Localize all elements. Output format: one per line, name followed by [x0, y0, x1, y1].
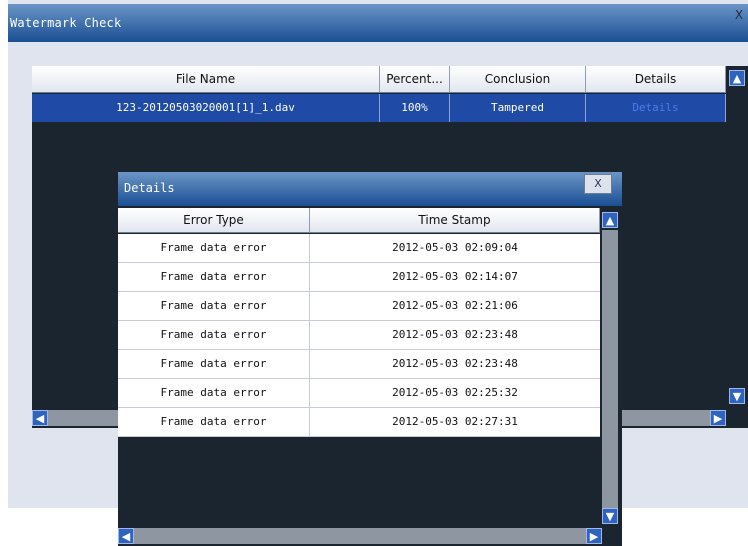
column-header-percent[interactable]: Percent...	[380, 66, 450, 93]
chevron-left-icon[interactable]: ◀	[118, 528, 134, 544]
chevron-up-icon[interactable]: ▲	[602, 212, 618, 228]
chevron-left-icon[interactable]: ◀	[32, 410, 48, 426]
error-type-cell: Frame data error	[118, 321, 310, 349]
time-stamp-cell: 2012-05-03 02:23:48	[392, 328, 518, 341]
column-header-conclusion[interactable]: Conclusion	[450, 66, 586, 93]
table-row[interactable]: Frame data error 2012-05-03 02:27:31	[118, 408, 600, 437]
close-icon[interactable]: X	[584, 174, 612, 194]
dialog-title: Details	[124, 181, 175, 195]
percent-cell: 100%	[380, 94, 450, 122]
error-type-cell: Frame data error	[118, 292, 310, 320]
table-row[interactable]: Frame data error 2012-05-03 02:14:07	[118, 263, 600, 292]
table-row[interactable]: Frame data error 2012-05-03 02:25:32	[118, 379, 600, 408]
close-icon[interactable]: X	[730, 6, 748, 24]
time-stamp-cell: 2012-05-03 02:23:48	[392, 357, 518, 370]
window-title: Watermark Check	[10, 16, 122, 30]
conclusion-cell: Tampered	[450, 94, 586, 122]
time-stamp-cell: 2012-05-03 02:21:06	[392, 299, 518, 312]
details-link[interactable]: Details	[586, 94, 726, 122]
table-row[interactable]: Frame data error 2012-05-03 02:23:48	[118, 321, 600, 350]
chevron-right-icon[interactable]: ▶	[586, 528, 602, 544]
chevron-down-icon[interactable]: ▼	[602, 508, 618, 524]
file-name-cell: 123-20120503020001[1]_1.dav	[32, 94, 380, 122]
error-type-cell: Frame data error	[118, 379, 310, 407]
horizontal-scrollbar[interactable]	[134, 528, 586, 544]
column-header-error-type[interactable]: Error Type	[118, 208, 310, 233]
table-row[interactable]: Frame data error 2012-05-03 02:09:04	[118, 234, 600, 263]
chevron-right-icon[interactable]: ▶	[710, 410, 726, 426]
column-header-file-name[interactable]: File Name	[32, 66, 380, 93]
time-stamp-cell: 2012-05-03 02:27:31	[392, 415, 518, 428]
vertical-scrollbar[interactable]	[602, 230, 618, 508]
error-type-cell: Frame data error	[118, 350, 310, 378]
chevron-up-icon[interactable]: ▲	[729, 70, 745, 86]
column-header-details[interactable]: Details	[586, 66, 726, 93]
column-header-time-stamp[interactable]: Time Stamp	[310, 208, 600, 233]
main-titlebar[interactable]: Watermark Check	[8, 4, 748, 42]
chevron-down-icon[interactable]: ▼	[729, 388, 745, 404]
error-type-cell: Frame data error	[118, 263, 310, 291]
table-row[interactable]: Frame data error 2012-05-03 02:21:06	[118, 292, 600, 321]
time-stamp-cell: 2012-05-03 02:14:07	[392, 270, 518, 283]
error-type-cell: Frame data error	[118, 408, 310, 436]
table-row[interactable]: Frame data error 2012-05-03 02:23:48	[118, 350, 600, 379]
error-type-cell: Frame data error	[118, 234, 310, 262]
details-titlebar[interactable]: Details	[118, 172, 622, 206]
time-stamp-cell: 2012-05-03 02:25:32	[392, 386, 518, 399]
time-stamp-cell: 2012-05-03 02:09:04	[392, 241, 518, 254]
details-dialog: Details X Error Type Time Stamp ▲ Frame …	[118, 172, 622, 546]
